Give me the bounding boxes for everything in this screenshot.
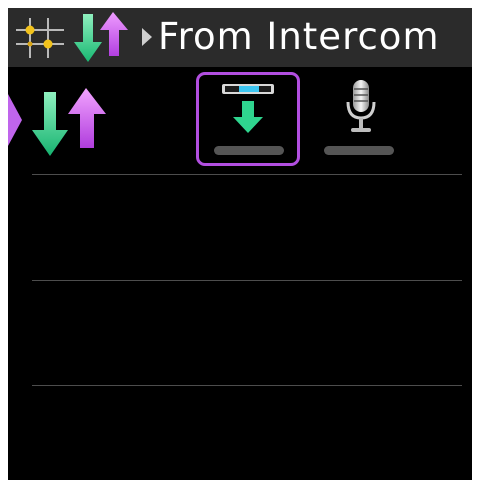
side-tab-arrow-icon[interactable]: [8, 94, 22, 146]
header-bar: From Intercom: [8, 8, 472, 67]
page-title: From Intercom: [158, 15, 440, 58]
grid-icon[interactable]: [14, 16, 66, 60]
download-to-device-icon: [222, 84, 274, 133]
list-divider: [32, 280, 462, 281]
microphone-tile-label-bar: [324, 146, 394, 155]
breadcrumb-arrow-icon: [142, 28, 152, 46]
transfer-arrows-icon[interactable]: [30, 86, 110, 158]
microphone-tile[interactable]: [314, 72, 418, 166]
download-tile-label-bar: [214, 146, 284, 155]
list-divider: [32, 385, 462, 386]
download-tile[interactable]: [196, 72, 300, 166]
app-screen: From Intercom: [8, 8, 472, 480]
transfer-arrows-icon[interactable]: [72, 10, 134, 66]
list-divider: [32, 174, 462, 175]
microphone-icon: [346, 80, 376, 132]
